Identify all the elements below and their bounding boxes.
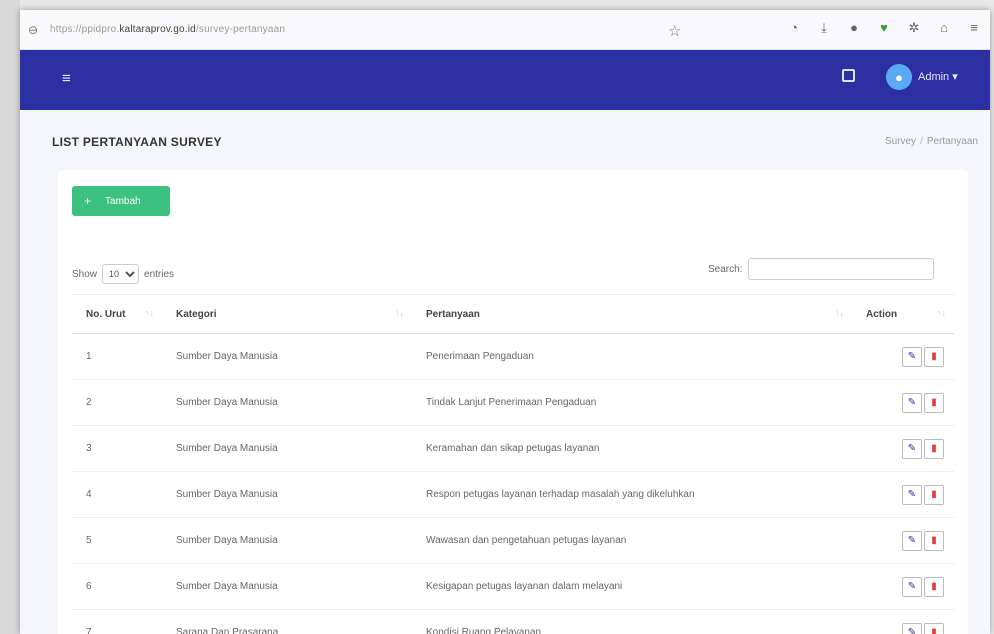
cell-action: ✎ ▮ [852,471,954,518]
menu-icon[interactable]: ≡ [966,20,982,36]
user-menu[interactable]: Admin ▾ [918,70,958,83]
cell-kategori: Sumber Daya Manusia [162,333,412,380]
download-icon[interactable]: ⤓ [816,20,832,36]
shield-icon[interactable]: ♥ [876,20,892,36]
column-kategori[interactable]: Kategori ↑↓ [162,294,412,334]
library-icon[interactable]: ⌂ [936,20,952,36]
cell-no-urut: 4 [72,471,162,518]
search-label: Search: [708,263,743,275]
table-row: 5 Sumber Daya Manusia Wawasan dan pengetah… [72,517,954,564]
cell-pertanyaan: Keramahan dan sikap petugas layanan [412,425,852,472]
cell-pertanyaan: Wawasan dan pengetahuan petugas layanan [412,517,852,564]
breadcrumb-survey[interactable]: Survey [885,136,916,147]
column-pertanyaan[interactable]: Pertanyaan ↑↓ [412,294,852,334]
cell-action: ✎ ▮ [852,425,954,472]
entries-select[interactable]: 10 [102,264,140,284]
page-title: LIST PERTANYAAN SURVEY [52,135,222,149]
bookmark-star-icon[interactable]: ☆ [668,22,681,40]
cell-no-urut: 7 [72,609,162,634]
cell-no-urut: 2 [72,379,162,426]
cell-no-urut: 3 [72,425,162,472]
delete-icon[interactable]: ▮ [924,484,944,505]
cell-kategori: Sumber Daya Manusia [162,425,412,472]
sort-icon: ↑↓ [395,308,404,318]
cell-kategori: Sumber Daya Manusia [162,471,412,518]
column-no-urut[interactable]: No. Urut ↑↓ [72,294,162,334]
cell-kategori: Sumber Daya Manusia [162,379,412,426]
edit-icon[interactable]: ✎ [902,622,922,634]
edit-icon[interactable]: ✎ [902,530,922,551]
breadcrumb: Survey / Pertanyaan [884,136,978,147]
delete-icon[interactable]: ▮ [924,346,944,367]
cell-pertanyaan: Respon petugas layanan terhadap masalah … [412,471,852,518]
cell-action: ✎ ▮ [852,609,954,634]
plus-icon: + [84,194,92,208]
table-row: 1 Sumber Daya Manusia Penerimaan Pengaduan… [72,333,954,380]
edit-icon[interactable]: ✎ [902,346,922,367]
sort-icon: ↑↓ [937,308,946,318]
delete-icon[interactable]: ▮ [924,392,944,413]
pocket-icon[interactable]: ◔ [786,20,802,36]
questions-table: No. Urut ↑↓ Kategori ↑↓ Pertanyaan ↑↓ Actio… [72,294,954,634]
breadcrumb-pertanyaan: Pertanyaan [926,136,978,147]
window-edge [0,0,20,634]
table-row: 3 Sumber Daya Manusia Keramahan dan sikap … [72,425,954,472]
edit-icon[interactable]: ✎ [902,484,922,505]
delete-icon[interactable]: ▮ [924,438,944,459]
table-body: 1 Sumber Daya Manusia Penerimaan Pengaduan… [72,333,954,634]
search-control: Search: [708,258,935,280]
add-button[interactable]: + Tambah [72,186,170,216]
avatar[interactable]: ● [886,64,912,90]
table-header-row: No. Urut ↑↓ Kategori ↑↓ Pertanyaan ↑↓ Actio… [72,294,954,334]
add-button-label: Tambah [105,195,141,207]
fullscreen-icon[interactable] [842,69,855,82]
page-length-control: Show 10 entries [72,264,174,284]
cell-no-urut: 6 [72,563,162,610]
cell-action: ✎ ▮ [852,333,954,380]
cell-action: ✎ ▮ [852,517,954,564]
cell-kategori: Sarana Dan Prasarana [162,609,412,634]
delete-icon[interactable]: ▮ [924,530,944,551]
table-row: 2 Sumber Daya Manusia Tindak Lanjut Peneri… [72,379,954,426]
search-input[interactable] [748,258,935,280]
cell-pertanyaan: Kesigapan petugas layanan dalam melayani [412,563,852,610]
cell-kategori: Sumber Daya Manusia [162,517,412,564]
browser-window: ⊖ https://ppidpro.kaltaraprov.go.id/surv… [20,10,990,634]
cell-pertanyaan: Kondisi Ruang Pelayanan [412,609,852,634]
cell-no-urut: 5 [72,517,162,564]
sort-icon: ↑↓ [145,308,154,318]
url-text[interactable]: https://ppidpro.kaltaraprov.go.id/survey… [50,24,285,35]
top-navbar: ≡ ● Admin ▾ [20,50,990,110]
cell-no-urut: 1 [72,333,162,380]
delete-icon[interactable]: ▮ [924,576,944,597]
edit-icon[interactable]: ✎ [902,392,922,413]
table-row: 6 Sumber Daya Manusia Kesigapan petugas la… [72,563,954,610]
address-bar[interactable]: ⊖ https://ppidpro.kaltaraprov.go.id/surv… [20,10,990,50]
cell-pertanyaan: Tindak Lanjut Penerimaan Pengaduan [412,379,852,426]
cell-kategori: Sumber Daya Manusia [162,563,412,610]
table-row: 4 Sumber Daya Manusia Respon petugas layan… [72,471,954,518]
edit-icon[interactable]: ✎ [902,576,922,597]
entries-label: entries [144,268,175,280]
delete-icon[interactable]: ▮ [924,622,944,634]
cell-action: ✎ ▮ [852,379,954,426]
settings-icon[interactable]: ✲ [906,20,922,36]
hamburger-menu-icon[interactable]: ≡ [62,70,71,87]
extension-icon[interactable]: ● [846,20,862,36]
edit-icon[interactable]: ✎ [902,438,922,459]
cell-pertanyaan: Penerimaan Pengaduan [412,333,852,380]
cell-action: ✎ ▮ [852,563,954,610]
lock-icon: ⊖ [27,22,39,37]
browser-toolbar: ◔ ⤓ ● ♥ ✲ ⌂ ≡ [786,20,982,36]
show-label: Show [72,268,98,280]
content-card: + Tambah Show 10 entries Search: No. Uru… [58,170,968,634]
table-row: 7 Sarana Dan Prasarana Kondisi Ruang Pelay… [72,609,954,634]
sort-icon: ↑↓ [835,308,844,318]
column-action[interactable]: Action ↑↓ [852,294,954,334]
